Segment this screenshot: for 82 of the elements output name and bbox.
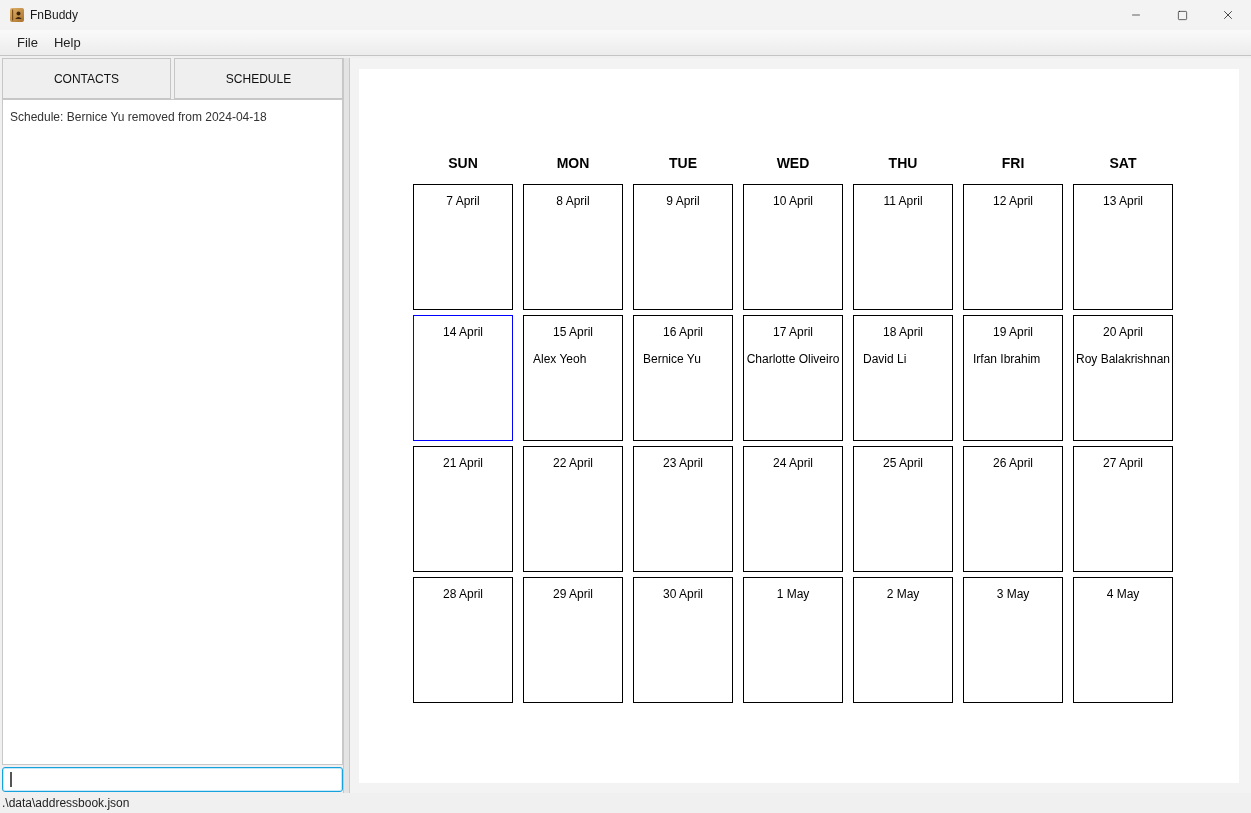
calendar-day-cell[interactable]: 4 May [1073,577,1173,703]
date-label: 23 April [663,456,703,470]
date-label: 13 April [1103,194,1143,208]
calendar-day-cell[interactable]: 7 April [413,184,513,310]
maximize-icon [1176,9,1188,21]
calendar-day-cell[interactable]: 28 April [413,577,513,703]
calendar-day-cell[interactable]: 25 April [853,446,953,572]
calendar-day-cell[interactable]: 1 May [743,577,843,703]
calendar-day-cell[interactable]: 8 April [523,184,623,310]
calendar-day-cell[interactable]: 27 April [1073,446,1173,572]
menu-item[interactable]: File [9,32,46,53]
calendar-day-cell[interactable]: 15 April Alex Yeoh [523,315,623,441]
calendar-day-cell[interactable]: 19 April Irfan Ibrahim [963,315,1063,441]
weekday-header: FRI [1000,154,1026,173]
calendar-day-cell[interactable]: 14 April [413,315,513,441]
contact-name: David Li [863,352,908,366]
calendar-day-cell[interactable]: 16 April Bernice Yu [633,315,733,441]
calendar-day-cell[interactable]: 12 April [963,184,1063,310]
weekday-header: MON [555,154,591,173]
tab[interactable]: SCHEDULE [174,58,343,99]
contact-name: Irfan Ibrahim [973,352,1042,366]
result-message: Schedule: Bernice Yu removed from 2024-04-18 [10,110,267,124]
date-label: 25 April [883,456,923,470]
menu-item[interactable]: Help [45,32,89,53]
date-label: 19 April [993,325,1033,339]
date-label: 18 April [883,325,923,339]
date-label: 24 April [773,456,813,470]
date-label: 17 April [773,325,813,339]
contact-name: Bernice Yu [643,352,702,366]
contact-name: Roy Balakrishnan [1075,352,1171,366]
close-icon [1221,8,1235,22]
calendar-day-cell[interactable]: 21 April [413,446,513,572]
weekday-header: SUN [447,154,479,173]
window-title: FnBuddy [30,7,79,24]
date-label: 1 May [776,587,810,601]
calendar-day-cell[interactable]: 17 April Charlotte Oliveiro [743,315,843,441]
date-label: 29 April [553,587,593,601]
command-input-field[interactable] [2,767,343,792]
date-label: 10 April [773,194,813,208]
calendar-day-cell[interactable]: 3 May [963,577,1063,703]
calendar-day-cell[interactable]: 20 April Roy Balakrishnan [1073,315,1173,441]
date-label: 11 April [883,194,923,208]
weekday-header: THU [887,154,919,173]
date-label: 16 April [663,325,703,339]
date-label: 2 May [886,587,920,601]
calendar-day-cell[interactable]: 10 April [743,184,843,310]
date-label: 7 April [446,194,480,208]
calendar-day-cell[interactable]: 13 April [1073,184,1173,310]
date-label: 8 April [556,194,590,208]
calendar-day-cell[interactable]: 9 April [633,184,733,310]
calendar-day-cell[interactable]: 22 April [523,446,623,572]
text-cursor-icon [10,772,12,787]
calendar-day-cell[interactable]: 11 April [853,184,953,310]
date-label: 3 May [996,587,1030,601]
calendar-day-cell[interactable]: 24 April [743,446,843,572]
date-label: 15 April [553,325,593,339]
calendar-day-cell[interactable]: 18 April David Li [853,315,953,441]
date-label: 21 April [443,456,483,470]
status-file-path: .\data\addressbook.json [2,795,130,812]
date-label: 12 April [993,194,1033,208]
calendar-day-cell[interactable]: 30 April [633,577,733,703]
calendar-day-cell[interactable]: 26 April [963,446,1063,572]
date-label: 9 April [666,194,700,208]
date-label: 4 May [1106,587,1140,601]
weekday-header: SAT [1108,154,1138,173]
contact-name: Alex Yeoh [533,352,588,366]
calendar-day-cell[interactable]: 29 April [523,577,623,703]
weekday-header: WED [775,154,811,173]
date-label: 14 April [443,325,483,339]
tab[interactable]: CONTACTS [2,58,171,99]
calendar-day-cell[interactable]: 23 April [633,446,733,572]
date-label: 20 April [1103,325,1143,339]
contact-name: Charlotte Oliveiro [746,352,840,366]
date-label: 30 April [663,587,703,601]
date-label: 28 April [443,587,483,601]
address-book-icon [10,8,24,22]
date-label: 27 April [1103,456,1143,470]
date-label: 22 April [553,456,593,470]
panel-splitter[interactable] [343,58,350,793]
weekday-header: TUE [668,154,698,173]
date-label: 26 April [993,456,1033,470]
calendar-day-cell[interactable]: 2 May [853,577,953,703]
